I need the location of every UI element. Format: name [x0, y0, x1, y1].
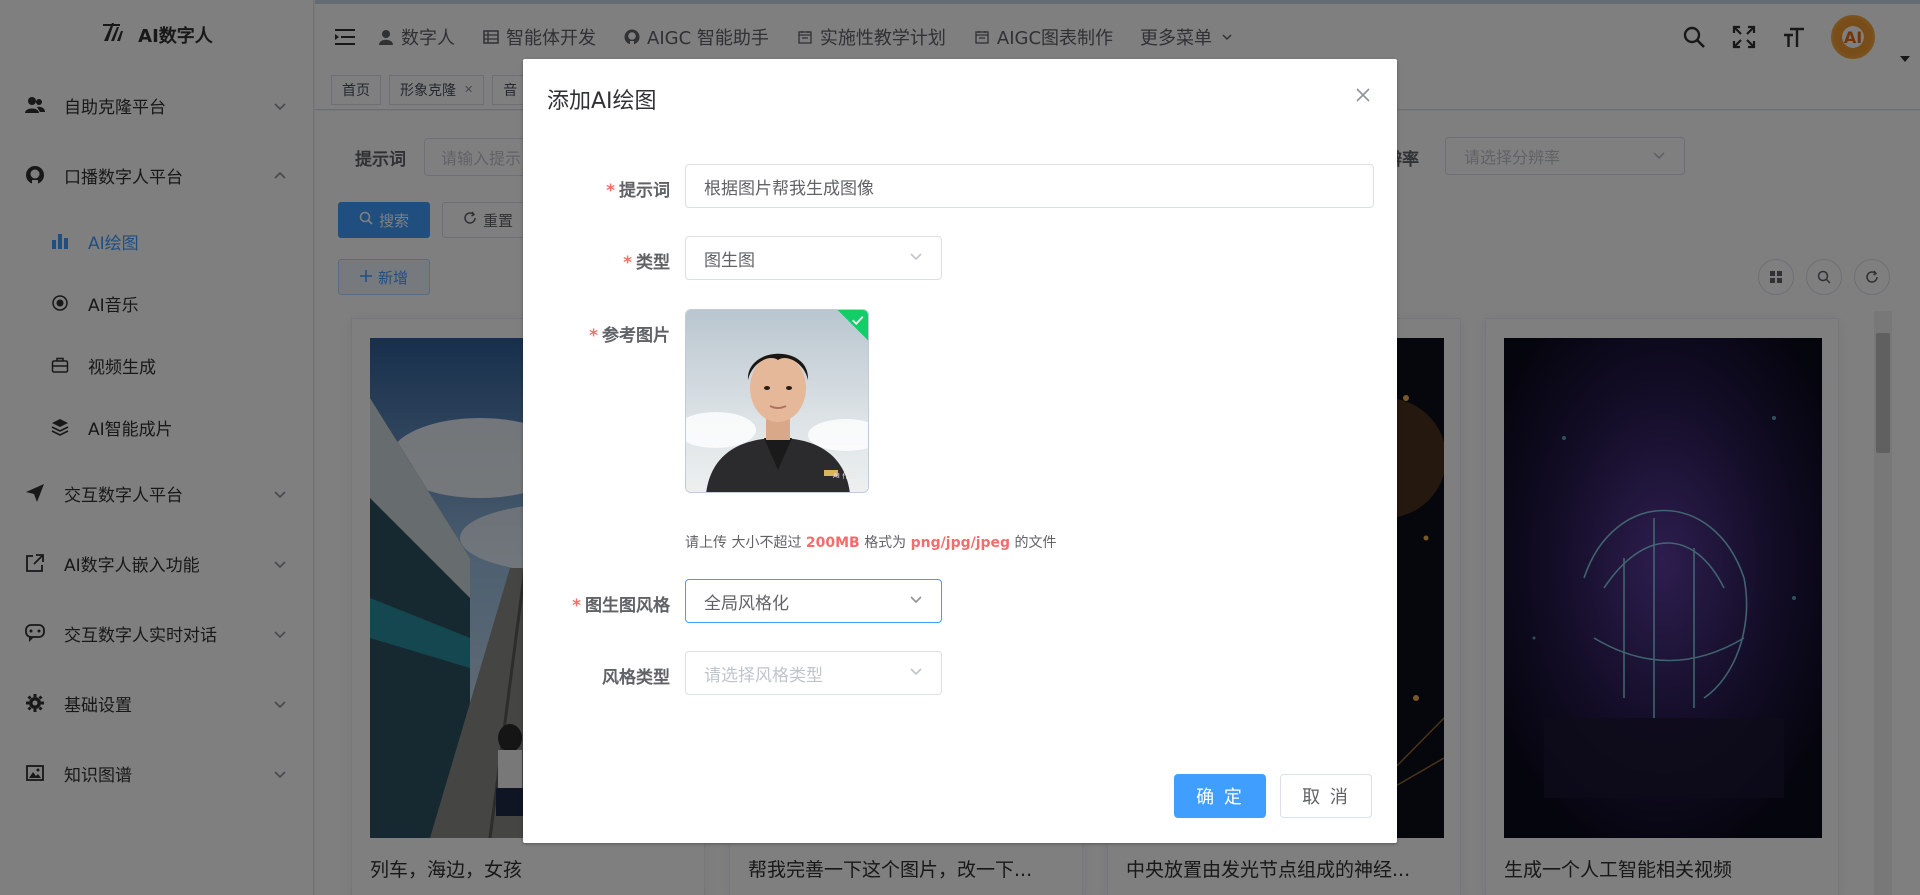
required-mark: *	[623, 253, 632, 273]
reference-image-label: * 参考图片	[589, 321, 670, 346]
chevron-down-icon	[909, 591, 923, 611]
add-ai-drawing-dialog: 添加AI绘图 *提示词 根据图片帮我生成图像 *类型 图生图 *参考图片	[523, 59, 1397, 843]
required-mark: *	[606, 181, 615, 201]
reference-image-label-text: 参考图片	[602, 326, 670, 346]
prompt-input[interactable]: 根据图片帮我生成图像	[685, 164, 1374, 208]
style-select[interactable]: 全局风格化	[685, 579, 942, 623]
prompt-label-text: 提示词	[619, 181, 670, 201]
hint-size: 200MB	[805, 535, 860, 551]
reference-image-watermark: AI 作图	[833, 472, 857, 480]
style-type-placeholder: 请选择风格类型	[704, 665, 823, 686]
prompt-label: * 提示词	[606, 176, 670, 201]
style-type-label: 风格类型	[602, 663, 670, 688]
style-type-select[interactable]: 请选择风格类型	[685, 651, 942, 695]
type-select-value: 图生图	[704, 250, 755, 271]
hint-prefix: 请上传 大小不超过	[685, 535, 802, 551]
type-label-text: 类型	[636, 253, 670, 273]
style-select-value: 全局风格化	[704, 593, 789, 614]
check-icon	[852, 315, 864, 326]
upload-hint: 请上传 大小不超过 200MB 格式为 png/jpg/jpeg 的文件	[685, 532, 1057, 552]
cancel-button[interactable]: 取 消	[1280, 774, 1372, 818]
type-select[interactable]: 图生图	[685, 236, 942, 280]
style-label-text: 图生图风格	[585, 596, 670, 616]
dialog-title: 添加AI绘图	[547, 89, 657, 114]
hint-formats: png/jpg/jpeg	[910, 535, 1011, 551]
hint-suffix: 的文件	[1014, 535, 1057, 551]
prompt-input-value: 根据图片帮我生成图像	[704, 178, 874, 199]
confirm-button[interactable]: 确 定	[1174, 774, 1266, 818]
type-label: * 类型	[623, 248, 670, 273]
required-mark: *	[589, 326, 598, 346]
reference-image-upload[interactable]: AI 作图	[685, 309, 869, 493]
hint-mid: 格式为	[864, 535, 907, 551]
required-mark: *	[572, 596, 581, 616]
style-type-label-text: 风格类型	[602, 668, 670, 688]
reference-image-portrait	[686, 310, 868, 492]
chevron-down-icon	[909, 248, 923, 268]
style-label: * 图生图风格	[572, 591, 670, 616]
chevron-down-icon	[909, 663, 923, 683]
close-icon[interactable]	[1353, 85, 1373, 105]
